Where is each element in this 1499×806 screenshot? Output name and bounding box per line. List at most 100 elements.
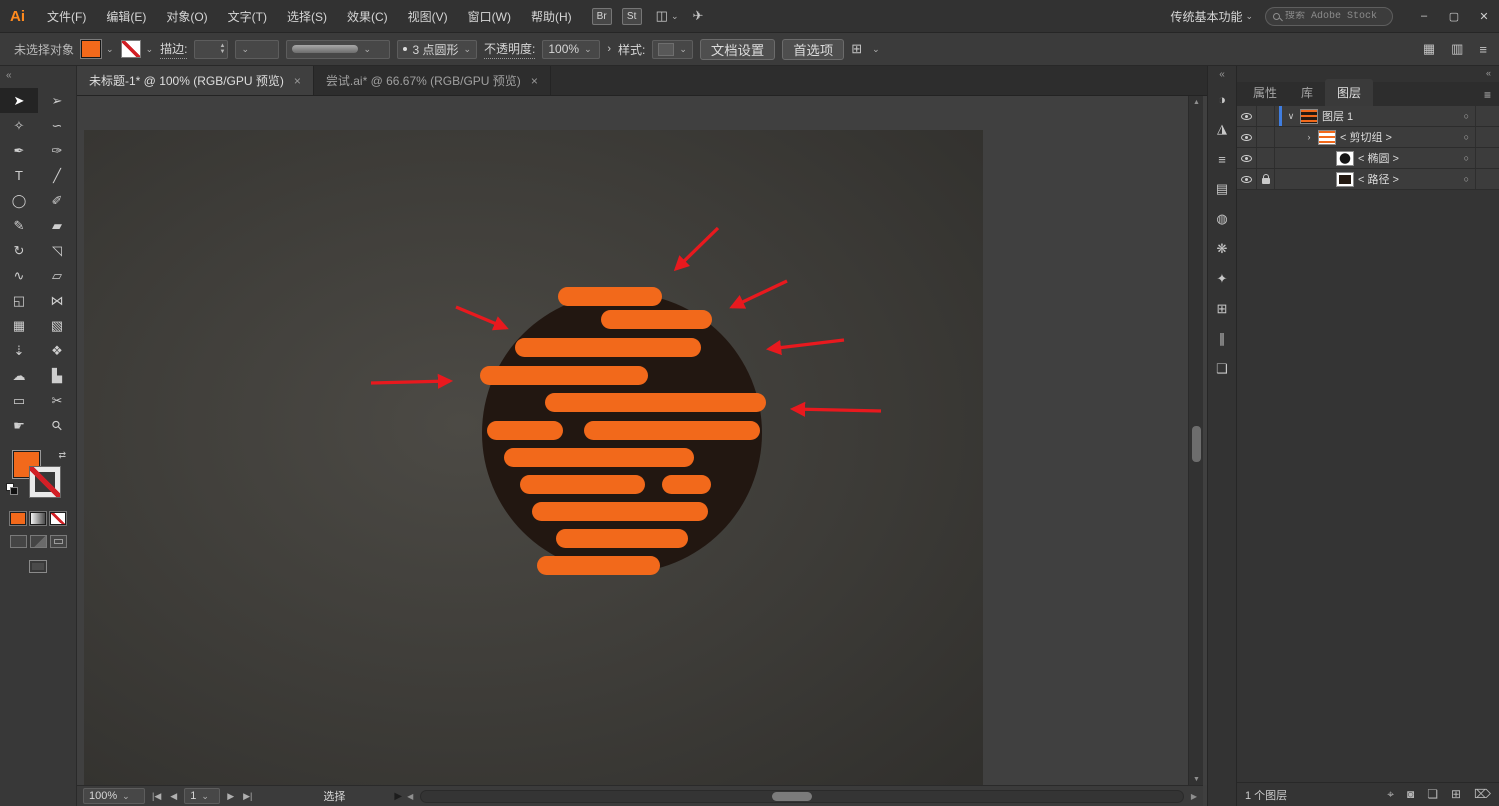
transform-panel-icon[interactable]: ⊞	[1208, 294, 1236, 324]
symbols-panel-icon[interactable]: ✦	[1208, 264, 1236, 294]
lock-cell[interactable]	[1257, 127, 1275, 147]
layout-icon[interactable]: ◫	[656, 8, 668, 24]
toolbar-collapse-icon[interactable]: «	[0, 66, 76, 88]
minimize-button[interactable]: –	[1409, 0, 1439, 32]
magic-wand-tool[interactable]: ✧	[0, 113, 38, 138]
visibility-cell[interactable]	[1237, 169, 1257, 189]
dock-tab[interactable]: 图层	[1325, 79, 1374, 106]
document-tab[interactable]: 未标题-1* @ 100% (RGB/GPU 预览) ×	[77, 66, 314, 95]
symbol-sprayer-tool[interactable]: ☁	[0, 363, 38, 388]
menu-item[interactable]: 视图(V)	[398, 0, 458, 32]
width-profile-combo[interactable]	[286, 39, 391, 59]
paintbrush-tool[interactable]: ✐	[38, 188, 76, 213]
scale-tool[interactable]: ◹	[38, 238, 76, 263]
artboard-tool[interactable]: ▭	[0, 388, 38, 413]
maximize-button[interactable]: ▢	[1439, 0, 1469, 32]
perspective-grid-tool[interactable]: ⋈	[38, 288, 76, 313]
line-segment-tool[interactable]: ╱	[38, 163, 76, 188]
curvature-tool[interactable]: ✑	[38, 138, 76, 163]
scroll-down-icon[interactable]: ▼	[1189, 773, 1204, 785]
menu-item[interactable]: 编辑(E)	[96, 0, 156, 32]
delete-selection-icon[interactable]: ⌦	[1474, 787, 1491, 802]
ellipse-tool[interactable]: ◯	[0, 188, 38, 213]
arrange-documents-icon[interactable]: ▥	[1451, 41, 1463, 57]
pathfinder-panel-icon[interactable]: ❑	[1208, 354, 1236, 384]
opacity-label[interactable]: 不透明度:	[484, 40, 536, 59]
layer-thumbnail[interactable]	[1336, 171, 1354, 187]
stock-button[interactable]: St	[621, 7, 642, 25]
selection-cell[interactable]	[1475, 106, 1499, 126]
shape-builder-tool[interactable]: ◱	[0, 288, 38, 313]
document-tab[interactable]: 尝试.ai* @ 66.67% (RGB/GPU 预览) ×	[314, 66, 551, 95]
hand-tool[interactable]: ☛	[0, 413, 38, 438]
next-artboard-button[interactable]: ▶	[225, 791, 236, 802]
layer-row-content[interactable]: < 路径 > ○	[1275, 169, 1475, 189]
new-layer-icon[interactable]: ⊞	[1451, 787, 1461, 802]
horizontal-scrollbar[interactable]	[420, 789, 1184, 803]
eye-icon[interactable]	[1241, 175, 1252, 183]
align-options-icon[interactable]: ⊞	[851, 41, 862, 57]
layer-row-content[interactable]: › < 剪切组 > ○	[1275, 127, 1475, 147]
scroll-up-icon[interactable]: ▲	[1189, 96, 1204, 108]
align-panel-icon[interactable]: ∥	[1208, 324, 1236, 354]
menu-item[interactable]: 选择(S)	[277, 0, 337, 32]
none-button[interactable]	[50, 512, 66, 525]
eyedropper-tool[interactable]: ⇣	[0, 338, 38, 363]
opacity-panel-arrow[interactable]: ›	[607, 43, 611, 55]
target-circle-icon[interactable]: ○	[1464, 111, 1469, 121]
horizontal-scroll-thumb[interactable]	[771, 791, 812, 801]
stock-search[interactable]	[1265, 6, 1393, 26]
stroke-color-button[interactable]: ⌄	[120, 40, 153, 58]
menu-item[interactable]: 效果(C)	[337, 0, 398, 32]
dock-tab[interactable]: 属性	[1241, 79, 1289, 106]
blend-tool[interactable]: ❖	[38, 338, 76, 363]
draw-behind-icon[interactable]	[29, 535, 47, 548]
share-icon[interactable]: ✈	[693, 8, 704, 24]
layer-row[interactable]: ∨ 图层 1 ○	[1237, 106, 1499, 127]
disclosure-icon[interactable]: ›	[1304, 132, 1314, 142]
new-sublayer-icon[interactable]: ❏	[1427, 787, 1438, 802]
strip-collapse-icon[interactable]: «	[1208, 66, 1236, 84]
zoom-combo[interactable]: 100%	[83, 788, 145, 804]
type-tool[interactable]: T	[0, 163, 38, 188]
layer-name[interactable]: < 剪切组 >	[1340, 129, 1392, 145]
gradient-button[interactable]	[30, 512, 46, 525]
scroll-right-icon[interactable]: ▶	[1191, 792, 1197, 801]
eraser-tool[interactable]: ▰	[38, 213, 76, 238]
draw-inside-icon[interactable]	[49, 535, 67, 548]
gradient-panel-icon[interactable]: ▤	[1208, 174, 1236, 204]
layer-thumbnail[interactable]	[1336, 150, 1354, 166]
controlbar-menu-icon[interactable]: ≡	[1479, 42, 1487, 57]
make-clip-mask-icon[interactable]: ◙	[1407, 787, 1414, 802]
stroke-panel-icon[interactable]: ≡	[1208, 144, 1236, 174]
transparency-panel-icon[interactable]: ◍	[1208, 204, 1236, 234]
layer-row[interactable]: › < 剪切组 > ○	[1237, 127, 1499, 148]
selection-cell[interactable]	[1475, 169, 1499, 189]
locate-object-icon[interactable]: ⌖	[1387, 787, 1394, 802]
free-transform-tool[interactable]: ▱	[38, 263, 76, 288]
color-button[interactable]	[10, 512, 26, 525]
artboard-number-combo[interactable]: 1	[184, 788, 221, 804]
stock-search-input[interactable]	[1285, 10, 1385, 22]
selection-tool[interactable]: ➤	[0, 88, 38, 113]
lock-cell[interactable]	[1257, 148, 1275, 168]
gradient-tool[interactable]: ▧	[38, 313, 76, 338]
direct-selection-tool[interactable]: ➢	[38, 88, 76, 113]
arrange-grid-icon[interactable]: ▦	[1423, 41, 1435, 57]
fill-color-button[interactable]: ⌄	[81, 40, 114, 58]
lasso-tool[interactable]: ∽	[38, 113, 76, 138]
tab-close-icon[interactable]: ×	[531, 74, 538, 88]
dock-tab[interactable]: 库	[1289, 79, 1325, 106]
brushes-panel-icon[interactable]: ❋	[1208, 234, 1236, 264]
draw-normal-icon[interactable]	[9, 535, 27, 548]
opacity-combo[interactable]: 100%	[542, 39, 601, 59]
lock-icon[interactable]	[1261, 174, 1270, 184]
menu-item[interactable]: 文字(T)	[218, 0, 277, 32]
vertical-scrollbar[interactable]: ▲ ▼	[1188, 96, 1203, 785]
preferences-button[interactable]: 首选项	[782, 38, 845, 60]
layer-row[interactable]: < 椭圆 > ○	[1237, 148, 1499, 169]
panel-menu-icon[interactable]: ≡	[1484, 88, 1491, 106]
target-circle-icon[interactable]: ○	[1464, 174, 1469, 184]
mesh-tool[interactable]: ▦	[0, 313, 38, 338]
workspace-switcher[interactable]: 传统基本功能 ⌄	[1170, 8, 1253, 25]
